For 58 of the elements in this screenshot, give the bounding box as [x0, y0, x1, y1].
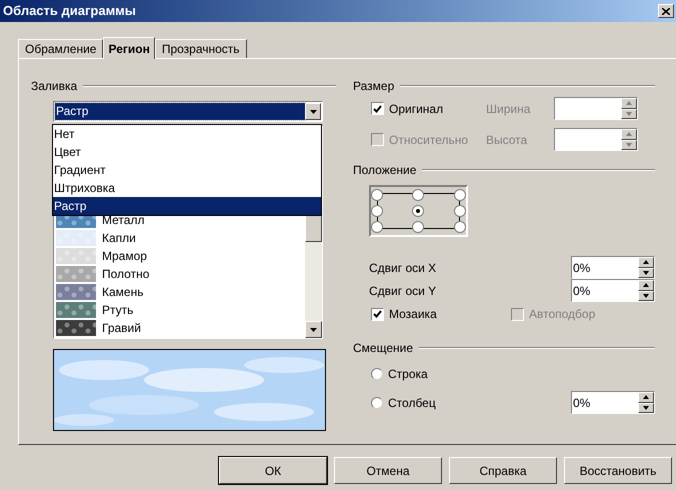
bitmap-label: Полотно	[102, 266, 150, 283]
radio-label: Столбец	[388, 394, 436, 412]
bitmap-label: Мрамор	[102, 248, 147, 265]
bitmap-label: Ртуть	[102, 302, 134, 319]
field-label: Ширина	[486, 100, 532, 118]
dialog-button[interactable]: Справка	[449, 457, 557, 484]
radio-button[interactable]	[371, 368, 383, 380]
position-point[interactable]	[412, 205, 424, 217]
checkbox-label: Автоподбор	[529, 306, 596, 323]
bitmap-list-item[interactable]: Камень	[54, 283, 305, 301]
dropdown-option[interactable]: Растр	[53, 197, 321, 215]
dropdown-option[interactable]: Штриховка	[53, 179, 321, 197]
dropdown-list[interactable]: Нет Цвет Градиент Штриховка Растр	[52, 124, 322, 216]
checkbox[interactable]	[371, 102, 384, 115]
field-label: Высота	[486, 132, 528, 148]
field-label: Сдвиг оси Y	[369, 282, 438, 300]
bitmap-list-item[interactable]: Капли	[54, 229, 305, 247]
spin-field[interactable]: 0%	[571, 256, 655, 279]
checkbox-label: Относительно	[389, 132, 468, 148]
dropdown-arrow-icon[interactable]	[310, 110, 316, 114]
dialog-button[interactable]: Отмена	[334, 457, 442, 484]
close-button[interactable]	[658, 4, 674, 18]
tab[interactable]: Обрамление	[18, 39, 104, 58]
checkbox[interactable]	[371, 308, 384, 320]
bitmap-list-item[interactable]: Гравий	[54, 319, 305, 337]
dropdown-option[interactable]: Градиент	[53, 161, 321, 179]
window-title: Область диаграммы	[3, 2, 136, 20]
fill-type-dropdown[interactable]: Растр	[53, 101, 323, 122]
bitmap-list-item[interactable]: Мрамор	[54, 247, 305, 265]
close-icon	[662, 8, 670, 14]
tab[interactable]: Прозрачность	[154, 39, 247, 58]
bitmap-list-item[interactable]: Полотно	[54, 265, 305, 283]
spin-field[interactable]: 0%	[571, 391, 655, 414]
group-label: Заливка	[31, 78, 78, 95]
position-selector[interactable]	[369, 185, 468, 237]
tab[interactable]: Регион	[103, 37, 155, 59]
radio-button[interactable]	[371, 396, 383, 408]
dropdown-value: Растр	[55, 103, 305, 120]
group-label: Смещение	[353, 340, 414, 357]
scroll-down-arrow-icon[interactable]	[310, 328, 317, 332]
dialog-button[interactable]: ОК	[219, 457, 327, 484]
bitmap-label: Гравий	[102, 320, 141, 337]
bitmap-label: Капли	[102, 230, 136, 247]
dropdown-option[interactable]: Нет	[53, 125, 321, 143]
radio-label: Строка	[388, 366, 428, 383]
spin-buttons[interactable]	[638, 280, 654, 301]
group-label: Положение	[353, 162, 416, 179]
checkbox-label: Оригинал	[389, 100, 444, 118]
spin-buttons[interactable]	[638, 257, 654, 278]
dialog-button[interactable]: Восстановить	[564, 457, 672, 484]
field-label: Сдвиг оси X	[369, 260, 438, 276]
checkbox-label: Мозаика	[389, 306, 437, 323]
dropdown-option[interactable]: Цвет	[53, 143, 321, 161]
spin-field[interactable]: 0%	[571, 279, 655, 302]
bitmap-list-item[interactable]: Ртуть	[54, 301, 305, 319]
spin-buttons[interactable]	[638, 392, 654, 413]
group-label: Размер	[353, 78, 394, 95]
bitmap-label: Камень	[102, 284, 144, 301]
